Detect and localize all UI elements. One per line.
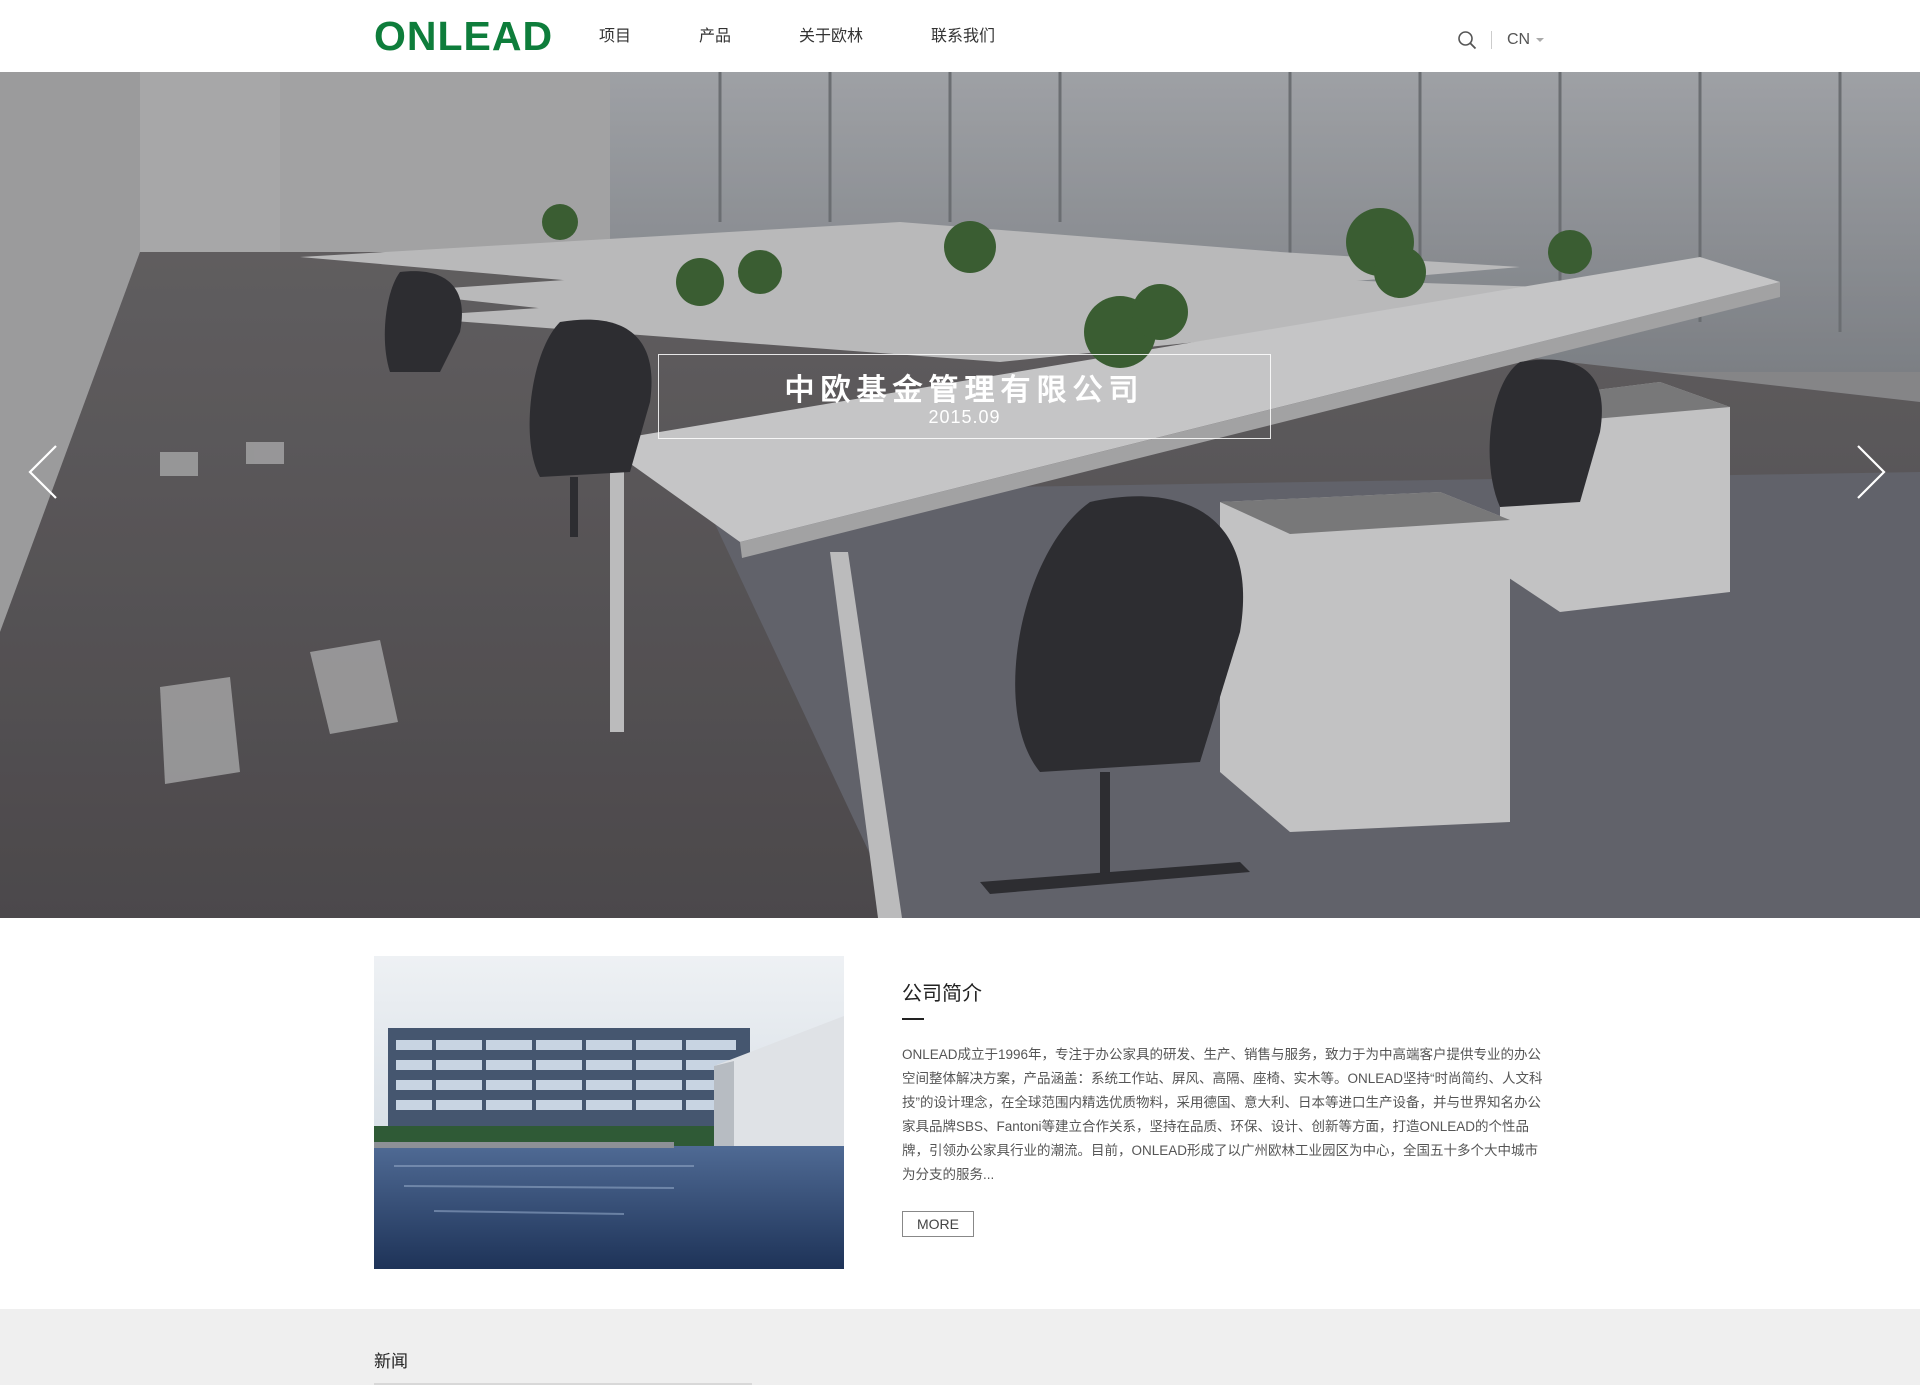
about-description: ONLEAD成立于1996年，专注于办公家具的研发、生产、销售与服务，致力于为中… (902, 1047, 1543, 1182)
nav-item-about[interactable]: 关于欧林 (799, 26, 863, 48)
hero-banner: 中欧基金管理有限公司 2015.09 (0, 72, 1920, 918)
search-icon[interactable] (1457, 30, 1477, 50)
more-button[interactable]: MORE (902, 1211, 974, 1237)
hero-overlay (0, 72, 1920, 918)
chevron-right-icon[interactable] (1848, 442, 1888, 502)
language-selector[interactable]: CN (1507, 30, 1530, 50)
nav-item-projects[interactable]: 项目 (599, 26, 631, 48)
hero-caption-title: 中欧基金管理有限公司 (784, 374, 1145, 407)
about-title: 公司简介 (902, 983, 982, 1005)
main-nav: 项目 产品 关于欧林 联系我们 (599, 26, 1063, 48)
site-header: ONLEAD 项目 产品 关于欧林 联系我们 CN (0, 0, 1920, 73)
news-section: 新闻 (0, 1309, 1920, 1385)
nav-item-contact[interactable]: 联系我们 (931, 26, 995, 48)
about-title-underline (902, 1018, 924, 1020)
nav-item-products[interactable]: 产品 (699, 26, 731, 48)
about-building-photo (374, 956, 844, 1269)
chevron-left-icon[interactable] (26, 442, 66, 502)
hero-caption-date: 2015.09 (928, 407, 1001, 427)
news-title: 新闻 (374, 1352, 408, 1371)
logo[interactable]: ONLEAD (374, 14, 553, 58)
hero-caption[interactable]: 中欧基金管理有限公司 2015.09 (658, 354, 1271, 439)
caret-down-icon[interactable] (1536, 38, 1544, 42)
header-divider (1491, 31, 1492, 49)
